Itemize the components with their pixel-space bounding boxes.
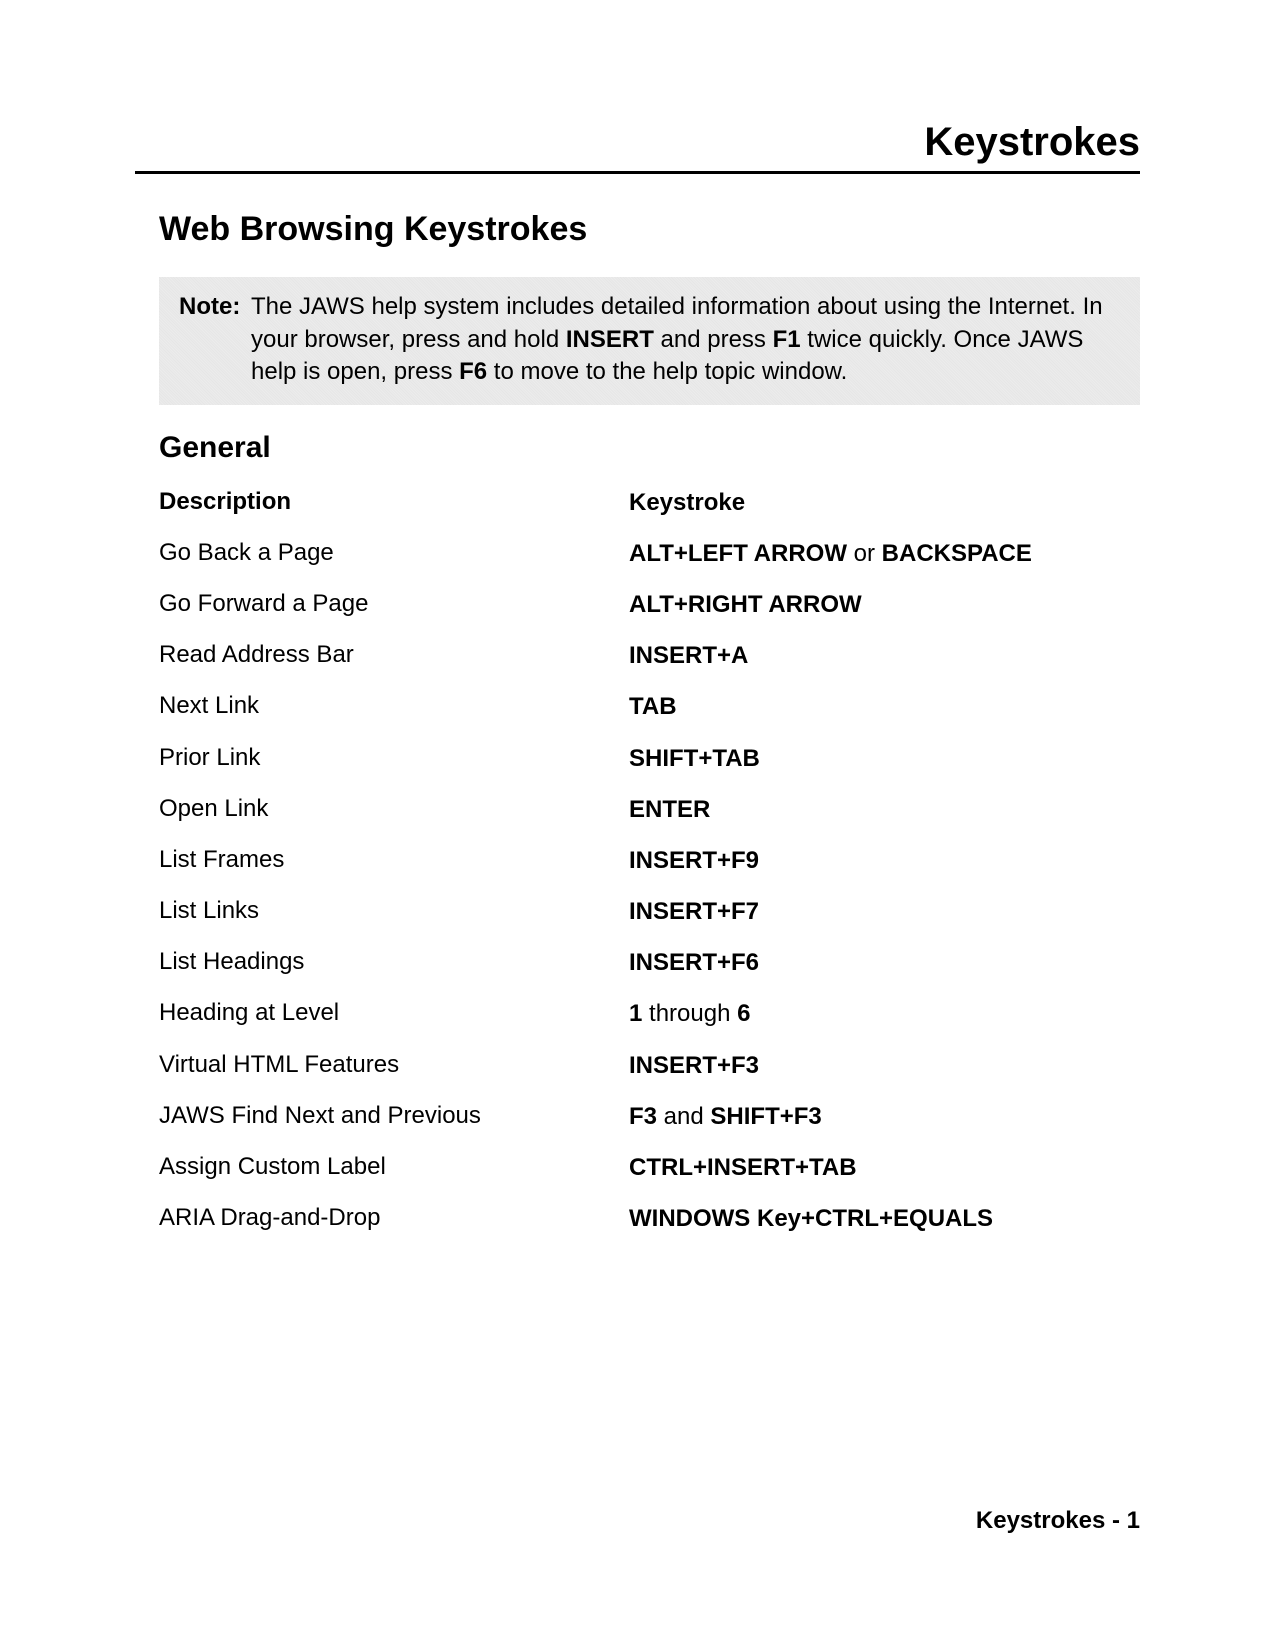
key-connector: and <box>657 1103 710 1130</box>
table-row: List LinksINSERT+F7 <box>159 896 1079 927</box>
row-keystroke: SHIFT+TAB <box>629 743 1079 774</box>
row-keystroke: WINDOWS Key+CTRL+EQUALS <box>629 1203 1079 1234</box>
table-row: ARIA Drag-and-DropWINDOWS Key+CTRL+EQUAL… <box>159 1203 1079 1234</box>
header-description: Description <box>159 487 629 517</box>
row-description: Prior Link <box>159 743 629 773</box>
row-description: Read Address Bar <box>159 640 629 670</box>
row-description: Virtual HTML Features <box>159 1050 629 1080</box>
row-keystroke: ENTER <box>629 794 1079 825</box>
keystroke-table: Description Keystroke Go Back a PageALT+… <box>159 487 1079 1235</box>
key-combo: 1 <box>629 1000 642 1027</box>
key-combo: SHIFT+TAB <box>629 745 760 772</box>
row-keystroke: INSERT+F6 <box>629 947 1079 978</box>
table-row: Virtual HTML FeaturesINSERT+F3 <box>159 1050 1079 1081</box>
row-keystroke: ALT+LEFT ARROW or BACKSPACE <box>629 538 1079 569</box>
key-combo: INSERT+F7 <box>629 898 759 925</box>
row-description: Assign Custom Label <box>159 1152 629 1182</box>
note-box: Note: The JAWS help system includes deta… <box>159 277 1140 405</box>
note-bold2: F1 <box>773 326 801 353</box>
note-seg2: and press <box>654 326 773 353</box>
subsection-title: General <box>159 431 1140 465</box>
page: Keystrokes Web Browsing Keystrokes Note:… <box>0 0 1275 1650</box>
note-bold3: F6 <box>459 358 487 385</box>
row-keystroke: INSERT+F7 <box>629 896 1079 927</box>
row-keystroke: INSERT+A <box>629 640 1079 671</box>
key-connector: through <box>642 1000 737 1027</box>
key-combo: TAB <box>629 693 677 720</box>
row-description: List Frames <box>159 845 629 875</box>
row-description: Next Link <box>159 691 629 721</box>
header-keystroke: Keystroke <box>629 487 1079 518</box>
row-keystroke: TAB <box>629 691 1079 722</box>
row-keystroke: CTRL+INSERT+TAB <box>629 1152 1079 1183</box>
key-connector: or <box>847 540 882 567</box>
row-keystroke: ALT+RIGHT ARROW <box>629 589 1079 620</box>
table-row: Go Back a PageALT+LEFT ARROW or BACKSPAC… <box>159 538 1079 569</box>
key-combo: WINDOWS Key+CTRL+EQUALS <box>629 1205 993 1232</box>
note-body: The JAWS help system includes detailed i… <box>251 291 1120 388</box>
table-row: List FramesINSERT+F9 <box>159 845 1079 876</box>
table-row: Next LinkTAB <box>159 691 1079 722</box>
key-combo: INSERT+F3 <box>629 1052 759 1079</box>
note-seg4: to move to the help topic window. <box>487 358 847 385</box>
key-combo: SHIFT+F3 <box>710 1103 821 1130</box>
row-keystroke: INSERT+F3 <box>629 1050 1079 1081</box>
table-row: Read Address BarINSERT+A <box>159 640 1079 671</box>
row-keystroke: F3 and SHIFT+F3 <box>629 1101 1079 1132</box>
table-header-row: Description Keystroke <box>159 487 1079 518</box>
key-combo: F3 <box>629 1103 657 1130</box>
table-row: List HeadingsINSERT+F6 <box>159 947 1079 978</box>
row-keystroke: INSERT+F9 <box>629 845 1079 876</box>
key-combo: INSERT+F6 <box>629 949 759 976</box>
table-row: Prior LinkSHIFT+TAB <box>159 743 1079 774</box>
row-description: JAWS Find Next and Previous <box>159 1101 629 1131</box>
row-description: Go Forward a Page <box>159 589 629 619</box>
key-combo: ALT+LEFT ARROW <box>629 540 847 567</box>
key-combo: INSERT+F9 <box>629 847 759 874</box>
page-footer: Keystrokes - 1 <box>976 1507 1140 1535</box>
row-description: List Links <box>159 896 629 926</box>
row-description: List Headings <box>159 947 629 977</box>
table-row: JAWS Find Next and PreviousF3 and SHIFT+… <box>159 1101 1079 1132</box>
table-row: Go Forward a PageALT+RIGHT ARROW <box>159 589 1079 620</box>
table-row: Heading at Level1 through 6 <box>159 998 1079 1029</box>
row-description: Heading at Level <box>159 998 629 1028</box>
key-combo: ENTER <box>629 796 710 823</box>
key-combo: BACKSPACE <box>882 540 1032 567</box>
row-description: ARIA Drag-and-Drop <box>159 1203 629 1233</box>
key-combo: CTRL+INSERT+TAB <box>629 1154 857 1181</box>
key-combo: 6 <box>737 1000 750 1027</box>
table-row: Open LinkENTER <box>159 794 1079 825</box>
key-combo: INSERT+A <box>629 642 748 669</box>
section-title: Web Browsing Keystrokes <box>159 210 1140 249</box>
note-bold1: INSERT <box>566 326 654 353</box>
row-description: Open Link <box>159 794 629 824</box>
chapter-title: Keystrokes <box>135 120 1140 174</box>
row-keystroke: 1 through 6 <box>629 998 1079 1029</box>
table-row: Assign Custom LabelCTRL+INSERT+TAB <box>159 1152 1079 1183</box>
key-combo: ALT+RIGHT ARROW <box>629 591 862 618</box>
row-description: Go Back a Page <box>159 538 629 568</box>
note-label: Note: <box>179 293 240 320</box>
